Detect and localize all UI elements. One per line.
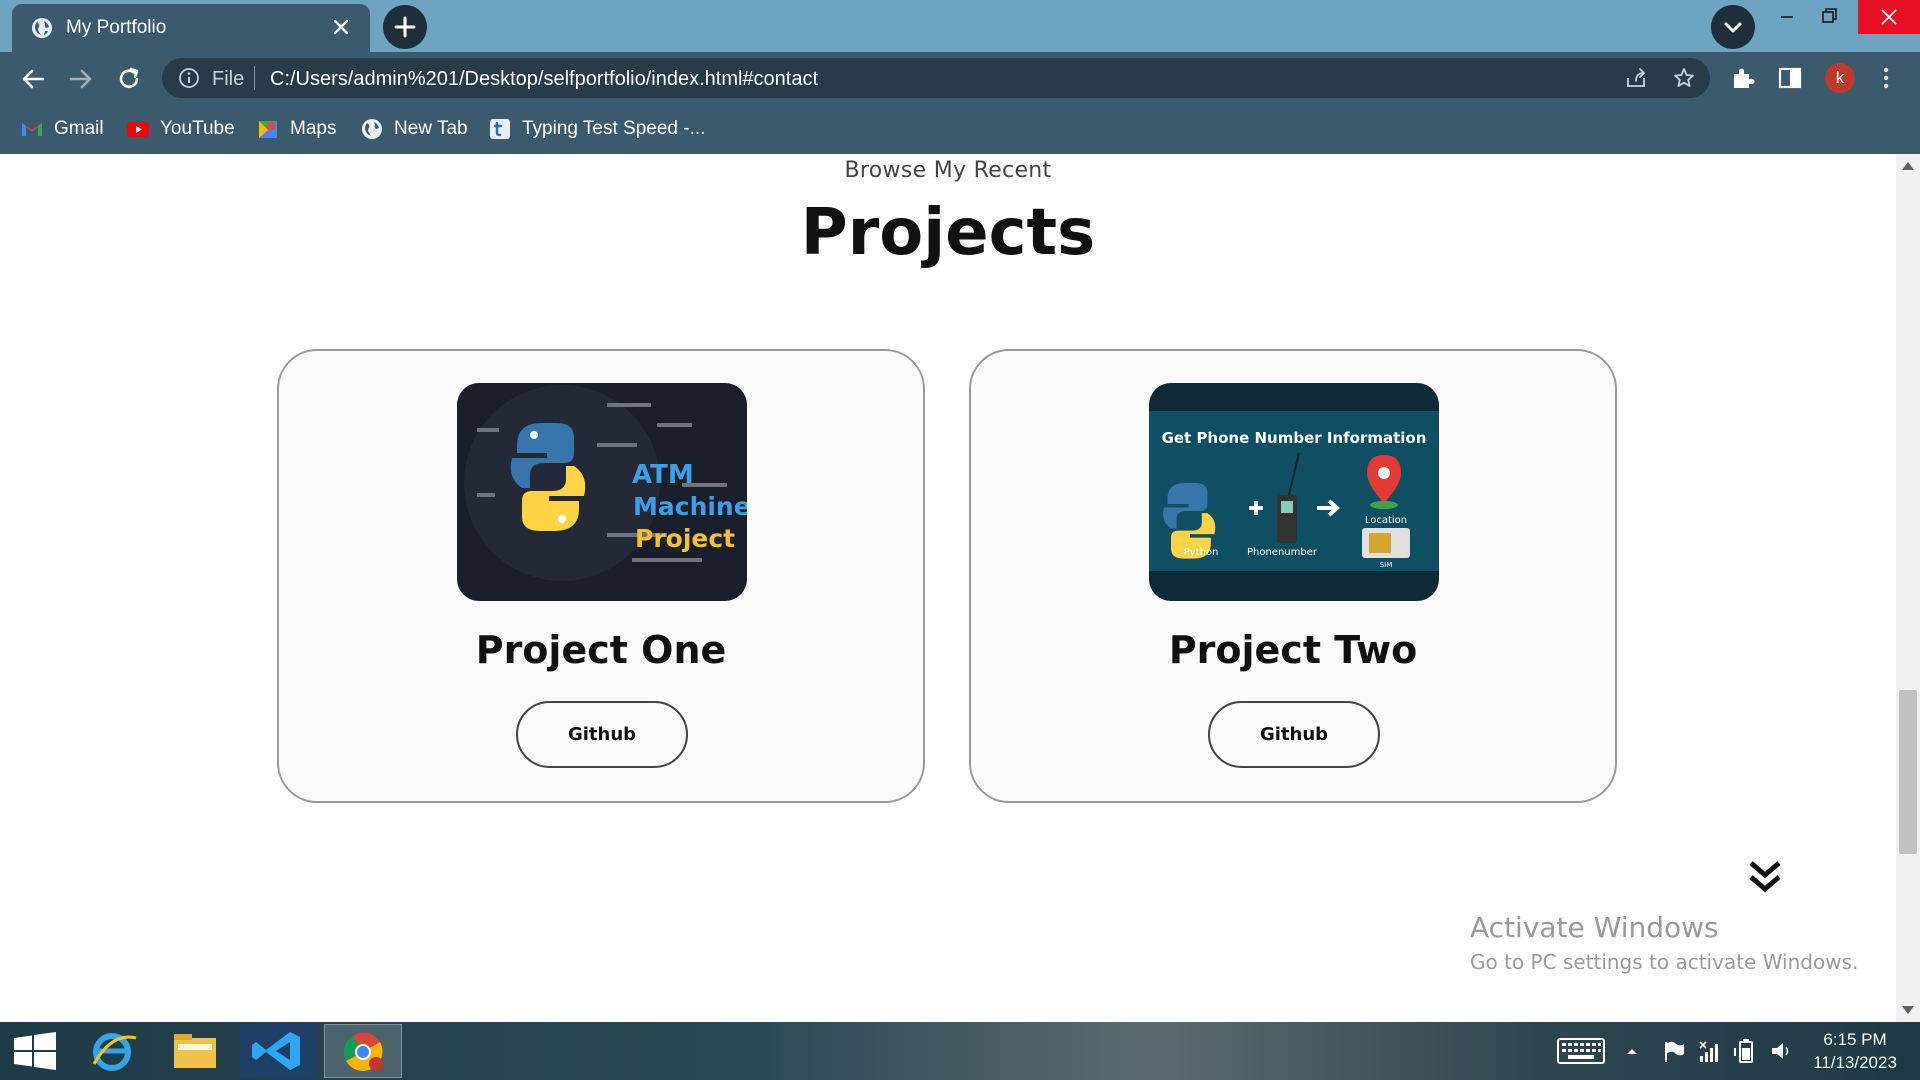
project-title: Project Two bbox=[1168, 628, 1418, 672]
side-panel-icon[interactable] bbox=[1777, 65, 1803, 91]
address-separator bbox=[254, 66, 255, 90]
show-hidden-icons-icon[interactable] bbox=[1622, 1036, 1642, 1066]
browser-toolbar: File C:/Users/admin%201/Desktop/selfport… bbox=[0, 52, 1920, 104]
bookmark-gmail[interactable]: Gmail bbox=[20, 116, 104, 142]
globe-icon bbox=[32, 18, 52, 38]
bookmark-maps[interactable]: Maps bbox=[256, 116, 336, 142]
clock-time: 6:15 PM bbox=[1823, 1030, 1887, 1049]
github-button[interactable]: Github bbox=[516, 701, 688, 768]
scroll-down-icon[interactable] bbox=[1902, 1006, 1914, 1014]
thumb-text: Phonenumber bbox=[1247, 547, 1318, 558]
youtube-icon bbox=[127, 122, 149, 137]
extensions-icon[interactable] bbox=[1730, 65, 1756, 91]
section-subtitle: Browse My Recent bbox=[844, 158, 1052, 183]
thumb-text: Location bbox=[1365, 515, 1407, 526]
thumb-text: Python bbox=[1184, 547, 1219, 558]
thumb-text: SIM bbox=[1380, 561, 1393, 569]
internet-explorer-icon[interactable] bbox=[74, 1024, 152, 1078]
project-one-thumbnail: ATM Machine Project bbox=[457, 383, 747, 601]
reload-icon[interactable] bbox=[112, 62, 146, 96]
touch-keyboard-icon[interactable] bbox=[1556, 1036, 1606, 1066]
close-tab-icon[interactable] bbox=[328, 14, 354, 40]
volume-icon[interactable] bbox=[1768, 1036, 1794, 1066]
bookmark-label: New Tab bbox=[394, 118, 468, 139]
project-card: Get Phone Number Information Python Phon… bbox=[969, 349, 1617, 803]
system-clock[interactable]: 6:15 PM 11/13/2023 bbox=[1800, 1028, 1910, 1074]
tab-search-button[interactable] bbox=[1711, 5, 1755, 49]
bookmark-label: YouTube bbox=[160, 118, 235, 139]
chrome-icon bbox=[343, 1032, 383, 1071]
bookmark-typing-test[interactable]: Typing Test Speed -... bbox=[488, 116, 705, 142]
maps-icon bbox=[259, 121, 277, 138]
bookmark-star-icon[interactable] bbox=[1672, 66, 1696, 90]
thumb-text: Get Phone Number Information bbox=[1162, 429, 1427, 447]
chrome-taskbar-button[interactable] bbox=[324, 1024, 402, 1078]
restore-button[interactable] bbox=[1804, 0, 1852, 34]
gmail-icon bbox=[22, 123, 42, 136]
typing-test-icon bbox=[490, 119, 510, 139]
project-title: Project One bbox=[475, 628, 727, 672]
thumb-text: ATM bbox=[632, 460, 694, 490]
browser-tab[interactable]: My Portfolio bbox=[12, 4, 370, 52]
scrollbar-thumb[interactable] bbox=[1899, 690, 1917, 854]
battery-icon[interactable] bbox=[1732, 1036, 1758, 1066]
forward-icon[interactable] bbox=[64, 62, 98, 96]
page-viewport: Browse My Recent Projects ATM Machine Pr… bbox=[0, 154, 1896, 1022]
file-explorer-icon[interactable] bbox=[156, 1024, 234, 1078]
watermark-title: Activate Windows bbox=[1470, 911, 1719, 944]
network-icon[interactable] bbox=[1696, 1036, 1722, 1066]
profile-avatar[interactable]: k bbox=[1825, 63, 1855, 93]
vscode-icon[interactable] bbox=[240, 1024, 318, 1078]
project-card: ATM Machine Project Project One Github bbox=[277, 349, 925, 803]
clock-date: 11/13/2023 bbox=[1813, 1053, 1897, 1072]
more-menu-icon[interactable] bbox=[1873, 65, 1899, 91]
share-icon[interactable] bbox=[1624, 66, 1648, 90]
activate-windows-watermark: Activate Windows Go to PC settings to ac… bbox=[1470, 911, 1858, 974]
scheme-label: File bbox=[212, 68, 245, 90]
bookmark-label: Typing Test Speed -... bbox=[522, 118, 706, 139]
url-text[interactable]: C:/Users/admin%201/Desktop/selfportfolio… bbox=[270, 68, 818, 91]
tab-strip: My Portfolio bbox=[0, 0, 1920, 52]
address-bar[interactable]: File C:/Users/admin%201/Desktop/selfport… bbox=[162, 58, 1710, 98]
close-window-button[interactable] bbox=[1858, 0, 1920, 34]
bookmark-label: Maps bbox=[290, 118, 337, 139]
new-tab-button[interactable] bbox=[383, 5, 427, 49]
thumb-text: Machine bbox=[633, 492, 747, 521]
back-icon[interactable] bbox=[16, 62, 50, 96]
bookmark-new-tab[interactable]: New Tab bbox=[360, 116, 468, 142]
section-heading: Projects bbox=[800, 196, 1096, 270]
scroll-down-arrow-icon[interactable] bbox=[1745, 857, 1785, 897]
tab-title: My Portfolio bbox=[66, 17, 167, 38]
globe-icon bbox=[362, 119, 382, 139]
scroll-up-icon[interactable] bbox=[1902, 162, 1914, 170]
watermark-subtitle: Go to PC settings to activate Windows. bbox=[1470, 950, 1859, 974]
project-two-thumbnail: Get Phone Number Information Python Phon… bbox=[1149, 383, 1439, 601]
windows-taskbar: 6:15 PM 11/13/2023 bbox=[0, 1022, 1920, 1080]
site-info-icon[interactable] bbox=[178, 67, 200, 89]
bookmark-youtube[interactable]: YouTube bbox=[126, 116, 235, 142]
page-scrollbar[interactable] bbox=[1896, 154, 1920, 1022]
action-center-flag-icon[interactable] bbox=[1660, 1036, 1686, 1066]
windows-start-icon[interactable] bbox=[0, 1024, 70, 1078]
bookmark-label: Gmail bbox=[54, 118, 104, 139]
thumb-text: Project bbox=[635, 524, 735, 553]
bookmarks-bar: Gmail YouTube Maps New Tab Typing Test S… bbox=[0, 104, 1920, 154]
github-button[interactable]: Github bbox=[1208, 701, 1380, 768]
